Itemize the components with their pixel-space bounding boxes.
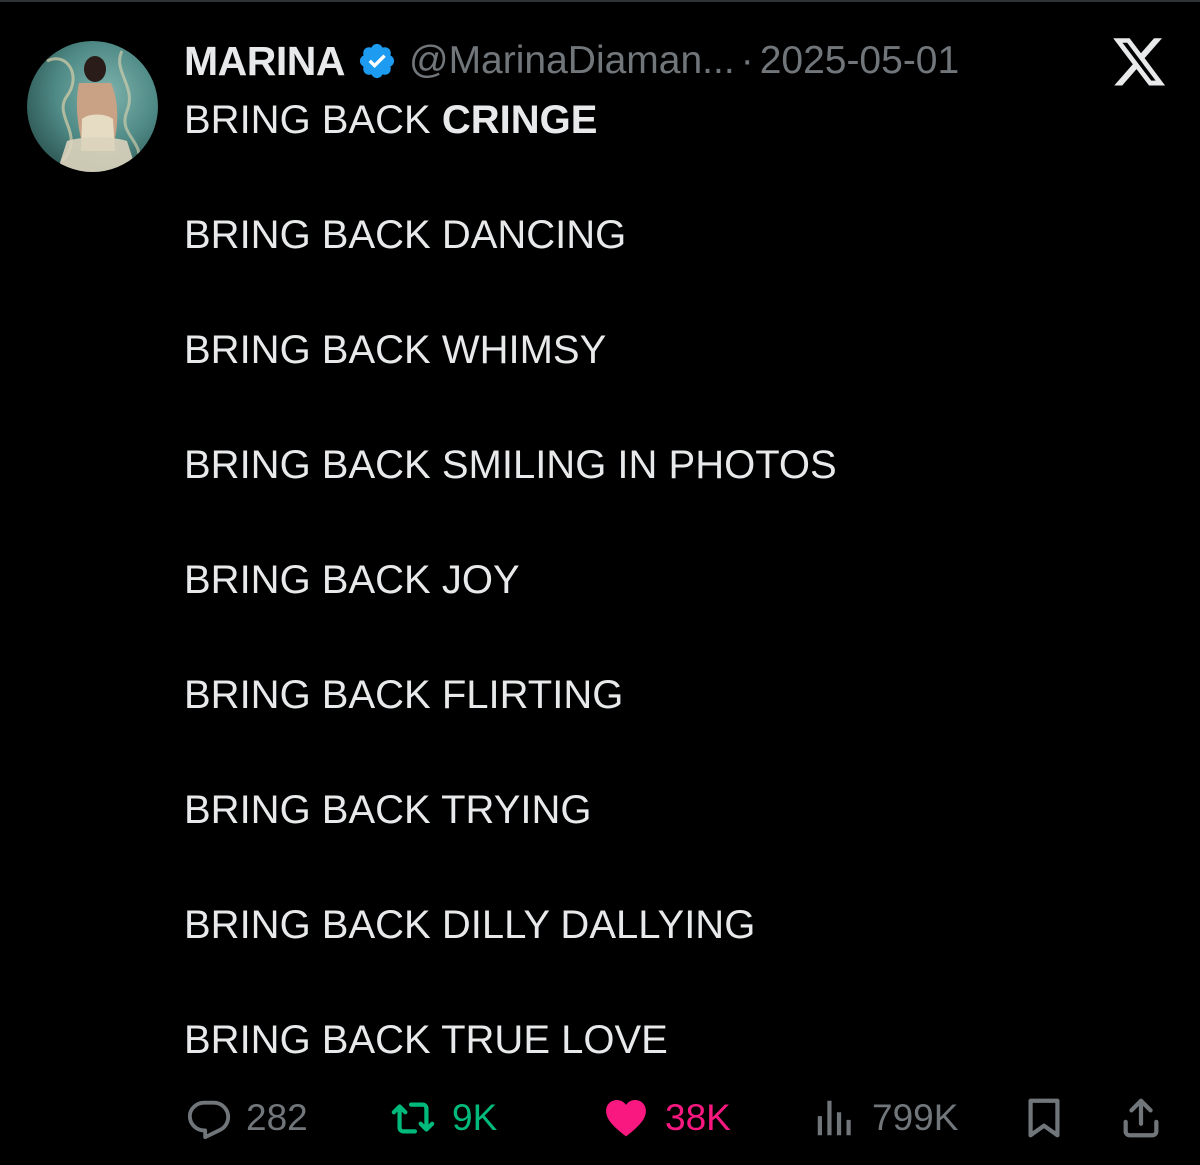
reply-button[interactable]: 282 <box>186 1092 308 1144</box>
reply-count: 282 <box>246 1097 308 1138</box>
top-divider <box>0 0 1200 2</box>
verified-badge-icon <box>357 41 397 81</box>
views-count: 799K <box>872 1097 959 1138</box>
share-icon <box>1118 1095 1164 1141</box>
retweet-button[interactable]: 9K <box>388 1092 497 1144</box>
tweet-line: BRING BACK FLIRTING <box>184 673 624 717</box>
avatar-image <box>46 50 141 172</box>
tweet-date[interactable]: 2025-05-01 <box>760 39 960 83</box>
views-button[interactable]: 799K <box>812 1092 958 1144</box>
action-bar: 282 9K 38K 799K <box>0 1092 1200 1144</box>
heart-icon <box>601 1095 651 1141</box>
bookmark-icon <box>1021 1095 1067 1141</box>
retweet-icon <box>388 1095 438 1141</box>
tweet-line: BRING BACK WHIMSY <box>184 328 607 372</box>
tweet-line: BRING BACK TRUE LOVE <box>184 1018 668 1062</box>
tweet-text: BRING BACK CRINGE BRING BACK DANCING BRI… <box>184 97 1144 1132</box>
tweet-header: MARINA @MarinaDiaman... · 2025-05-01 <box>184 36 959 86</box>
like-count: 38K <box>665 1097 731 1138</box>
share-button[interactable] <box>1118 1092 1164 1144</box>
author-name[interactable]: MARINA <box>184 38 345 85</box>
tweet-line: BRING BACK SMILING IN PHOTOS <box>184 443 837 487</box>
tweet-line-bold: CRINGE <box>441 98 598 142</box>
header-separator: · <box>740 39 754 82</box>
tweet-line: BRING BACK JOY <box>184 558 520 602</box>
reply-icon <box>186 1095 232 1141</box>
tweet-line: BRING BACK DANCING <box>184 213 627 257</box>
author-handle[interactable]: @MarinaDiaman... <box>409 39 735 83</box>
tweet-line: BRING BACK CRINGE <box>184 97 1144 143</box>
avatar[interactable] <box>27 41 158 172</box>
views-icon <box>812 1095 858 1141</box>
tweet-line: BRING BACK DILLY DALLYING <box>184 903 756 947</box>
like-button[interactable]: 38K <box>601 1092 731 1144</box>
tweet-line: BRING BACK TRYING <box>184 788 592 832</box>
bookmark-button[interactable] <box>1021 1092 1067 1144</box>
tweet-line-prefix: BRING BACK <box>184 98 442 142</box>
x-logo-icon <box>1113 38 1167 88</box>
retweet-count: 9K <box>452 1097 498 1138</box>
